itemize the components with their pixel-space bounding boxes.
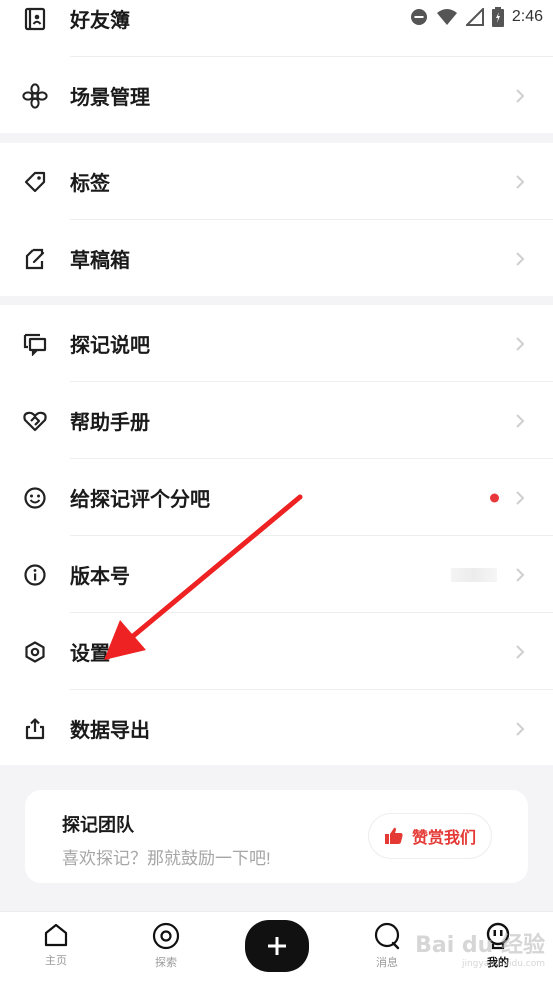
thumbs-up-icon — [384, 827, 403, 844]
menu-item-rate[interactable]: 给探记评个分吧 — [0, 459, 553, 536]
menu-item-label: 场景管理 — [70, 87, 150, 109]
chevron-right-icon — [516, 721, 525, 736]
menu-group-2: 标签 草稿箱 — [0, 143, 553, 296]
chevron-right-icon — [516, 567, 525, 582]
dnd-icon — [410, 9, 427, 25]
share-export-icon — [22, 716, 48, 742]
tag-icon — [22, 169, 48, 195]
plus-icon — [268, 937, 286, 955]
chevron-right-icon — [516, 490, 525, 505]
menu-item-label: 数据导出 — [70, 720, 150, 742]
watermark: Bai du 经验 jingyan.baidu.com — [415, 927, 545, 969]
chat-bubbles-icon — [22, 331, 48, 357]
version-value-blurred — [451, 567, 497, 582]
menu-item-label: 草稿箱 — [70, 250, 130, 272]
create-post-button[interactable] — [245, 920, 309, 972]
watermark-subtext: jingyan.baidu.com — [461, 959, 545, 969]
notification-dot — [490, 493, 499, 502]
chevron-right-icon — [516, 174, 525, 189]
chevron-right-icon — [516, 413, 525, 428]
tab-label: 主页 — [45, 955, 67, 967]
menu-item-feedback[interactable]: 探记说吧 — [0, 305, 553, 382]
menu-item-version[interactable]: 版本号 — [0, 536, 553, 613]
team-card: 探记团队 喜欢探记？那就鼓励一下吧! 赞赏我们 — [25, 790, 528, 883]
tab-explore[interactable]: 探索 — [136, 922, 196, 970]
menu-item-help[interactable]: 帮助手册 — [0, 382, 553, 459]
chevron-right-icon — [516, 88, 525, 103]
menu-item-label: 给探记评个分吧 — [70, 489, 210, 511]
tab-messages[interactable]: 消息 — [357, 922, 417, 970]
menu-item-drafts[interactable]: 草稿箱 — [0, 220, 553, 297]
bottom-tab-bar: 主页 探索 消息 我的 Bai du 经验 jingyan.baidu.com — [0, 911, 553, 983]
tab-home[interactable]: 主页 — [26, 922, 86, 968]
menu-item-tags[interactable]: 标签 — [0, 143, 553, 220]
praise-us-label: 赞赏我们 — [411, 830, 476, 847]
explore-icon — [152, 922, 180, 950]
tab-label: 消息 — [376, 957, 398, 969]
menu-item-label: 帮助手册 — [70, 412, 150, 434]
menu-item-label: 设置 — [70, 643, 110, 665]
chevron-right-icon — [516, 336, 525, 351]
menu-group-3: 探记说吧 帮助手册 给探记评个分吧 版本号 设置 数据导出 — [0, 305, 553, 765]
draft-edit-icon — [22, 246, 48, 272]
home-icon — [44, 923, 68, 947]
watermark-text: Bai du 经验 — [415, 933, 545, 958]
team-card-title: 探记团队 — [62, 815, 134, 835]
menu-item-data-export[interactable]: 数据导出 — [0, 690, 553, 767]
menu-item-scene-management[interactable]: 场景管理 — [0, 57, 553, 134]
heart-handshake-icon — [22, 408, 48, 434]
battery-icon — [491, 7, 504, 27]
team-card-subtitle: 喜欢探记？那就鼓励一下吧! — [62, 849, 271, 868]
menu-item-label: 标签 — [70, 173, 110, 195]
flower-icon — [22, 82, 48, 109]
smile-icon — [22, 485, 48, 511]
clock: 2:46 — [511, 8, 543, 25]
tab-label: 探索 — [155, 957, 177, 969]
chevron-right-icon — [516, 251, 525, 266]
signal-icon — [465, 8, 484, 26]
chevron-right-icon — [516, 644, 525, 659]
menu-item-settings[interactable]: 设置 — [0, 613, 553, 690]
status-bar: 2:46 — [0, 0, 553, 34]
info-icon — [22, 562, 48, 588]
hexagon-settings-icon — [22, 639, 48, 665]
praise-us-button[interactable]: 赞赏我们 — [368, 813, 492, 859]
message-icon — [374, 922, 400, 950]
menu-item-label: 探记说吧 — [70, 335, 150, 357]
wifi-icon — [436, 9, 457, 25]
